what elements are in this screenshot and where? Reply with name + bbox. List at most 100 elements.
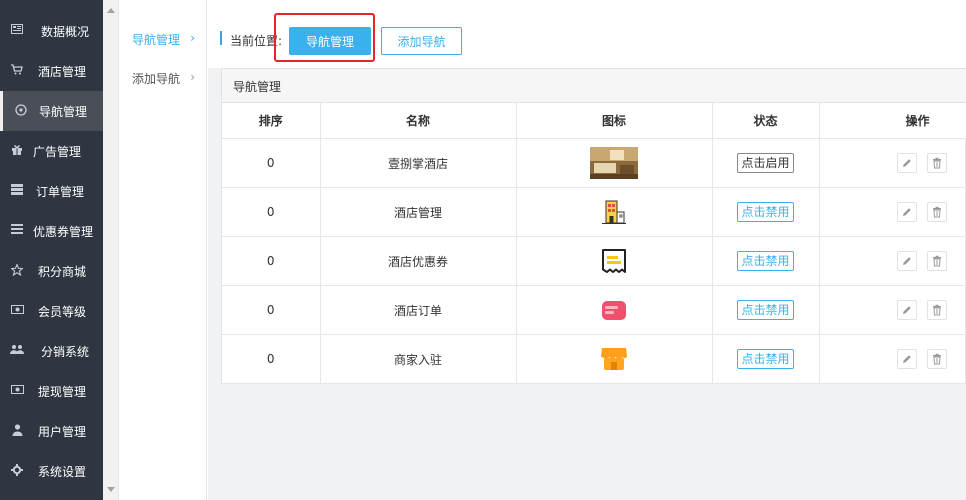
table-header-row: 排序 名称 图标 状态 操作: [222, 103, 966, 139]
delete-button[interactable]: [926, 349, 947, 369]
sidebar-item-membership[interactable]: 会员等级: [0, 291, 103, 331]
column-header: 操作: [819, 103, 966, 139]
sidebar-item-ads[interactable]: 广告管理: [0, 131, 103, 171]
column-header: 图标: [516, 103, 713, 139]
column-header: 排序: [222, 103, 321, 139]
sidebar-item-label: 积分商城: [38, 264, 87, 279]
sidebar-item-settings[interactable]: 系统设置: [0, 451, 103, 491]
sidebar-item-label: 提现管理: [38, 384, 87, 399]
order-cell: 0: [222, 138, 321, 188]
table-row: 0 壹捌掌酒店 点击启用: [222, 138, 966, 188]
gear-icon: [10, 464, 24, 478]
edit-button[interactable]: [896, 300, 917, 320]
subnav-item-navigation-management[interactable]: 导航管理 ›: [132, 31, 207, 48]
add-navigation-button[interactable]: 添加导航: [381, 27, 462, 55]
sub-navigation: 导航管理 › 添加导航 ›: [119, 0, 207, 500]
gift-icon: [10, 144, 24, 158]
disable-button[interactable]: 点击禁用: [737, 202, 794, 222]
delete-button[interactable]: [926, 300, 947, 320]
pencil-icon: [902, 159, 911, 167]
sidebar-item-withdrawal[interactable]: 提现管理: [0, 371, 103, 411]
highlight-box: [274, 13, 375, 62]
order-cell: 0: [222, 187, 321, 237]
pencil-icon: [902, 306, 911, 314]
sidebar-item-coupons[interactable]: 优惠券管理: [0, 211, 103, 251]
icon-cell: [516, 334, 713, 384]
edit-button[interactable]: [896, 202, 917, 222]
delete-button[interactable]: [926, 202, 947, 222]
actions-cell: [819, 187, 966, 237]
hotel-room-photo: [590, 147, 638, 179]
order-cell: 0: [222, 285, 321, 335]
sidebar-item-label: 数据概况: [41, 24, 90, 39]
edit-button[interactable]: [896, 251, 917, 271]
pencil-icon: [902, 208, 911, 216]
pencil-icon: [902, 257, 911, 265]
trash-icon: [932, 353, 941, 365]
icon-cell: [516, 285, 713, 335]
sidebar-item-label: 优惠券管理: [33, 224, 94, 239]
status-cell: 点击禁用: [712, 236, 820, 286]
hotel-building-icon: [602, 200, 626, 224]
server-icon: [10, 184, 24, 198]
delete-button[interactable]: [926, 153, 947, 173]
status-cell: 点击启用: [712, 138, 820, 188]
delete-button[interactable]: [926, 251, 947, 271]
sidebar-item-label: 酒店管理: [38, 64, 87, 79]
table-row: 0 酒店管理 点击禁用: [222, 187, 966, 237]
subnav-item-label: 添加导航: [132, 72, 181, 86]
store-icon: [601, 348, 627, 370]
sidebar-item-users[interactable]: 用户管理: [0, 411, 103, 451]
scroll-up-icon[interactable]: [107, 8, 115, 13]
enable-button[interactable]: 点击启用: [737, 153, 794, 173]
sidebar-item-label: 广告管理: [33, 144, 82, 159]
name-cell: 酒店订单: [320, 285, 517, 335]
edit-button[interactable]: [896, 153, 917, 173]
breadcrumb-marker: [220, 31, 222, 45]
subnav-item-add-navigation[interactable]: 添加导航 ›: [132, 70, 207, 87]
table-row: 0 商家入驻 点击禁用: [222, 334, 966, 384]
trash-icon: [932, 304, 941, 316]
sidebar-scrollbar[interactable]: [103, 0, 119, 500]
dashboard-icon: [10, 24, 24, 38]
actions-cell: [819, 138, 966, 188]
panel-title: 导航管理: [233, 80, 282, 94]
actions-cell: [819, 285, 966, 335]
sidebar-item-orders[interactable]: 订单管理: [0, 171, 103, 211]
column-header: 名称: [320, 103, 517, 139]
trash-icon: [932, 157, 941, 169]
panel-header: 导航管理: [222, 69, 966, 103]
pencil-icon: [902, 355, 911, 363]
icon-cell: [516, 187, 713, 237]
sidebar-item-hotel[interactable]: 酒店管理: [0, 51, 103, 91]
coupon-icon: [602, 249, 626, 273]
sidebar-item-navigation[interactable]: 导航管理: [0, 91, 103, 131]
sidebar-item-points-mall[interactable]: 积分商城: [0, 251, 103, 291]
sidebar-item-label: 用户管理: [38, 424, 87, 439]
name-cell: 壹捌掌酒店: [320, 138, 517, 188]
order-cell: 0: [222, 334, 321, 384]
sidebar-item-dashboard[interactable]: 数据概况: [0, 11, 103, 51]
users-icon: [10, 344, 24, 358]
money-icon: [10, 304, 24, 318]
breadcrumb: 当前位置: 导航管理 添加导航: [208, 0, 966, 68]
column-header: 状态: [712, 103, 820, 139]
name-cell: 商家入驻: [320, 334, 517, 384]
order-cell: 0: [222, 236, 321, 286]
status-cell: 点击禁用: [712, 285, 820, 335]
actions-cell: [819, 334, 966, 384]
star-icon: [10, 263, 24, 278]
disable-button[interactable]: 点击禁用: [737, 251, 794, 271]
sidebar-item-distribution[interactable]: 分销系统: [0, 331, 103, 371]
name-cell: 酒店管理: [320, 187, 517, 237]
icon-cell: [516, 138, 713, 188]
sidebar-item-label: 订单管理: [36, 184, 85, 199]
cart-icon: [10, 64, 24, 78]
scroll-down-icon[interactable]: [107, 487, 115, 492]
sidebar-item-label: 系统设置: [38, 464, 87, 479]
disable-button[interactable]: 点击禁用: [737, 300, 794, 320]
disable-button[interactable]: 点击禁用: [737, 349, 794, 369]
main-content: 当前位置: 导航管理 添加导航 导航管理 排序 名称 图标 状态 操作 0 壹捌…: [208, 0, 966, 500]
user-icon: [10, 424, 24, 438]
edit-button[interactable]: [896, 349, 917, 369]
